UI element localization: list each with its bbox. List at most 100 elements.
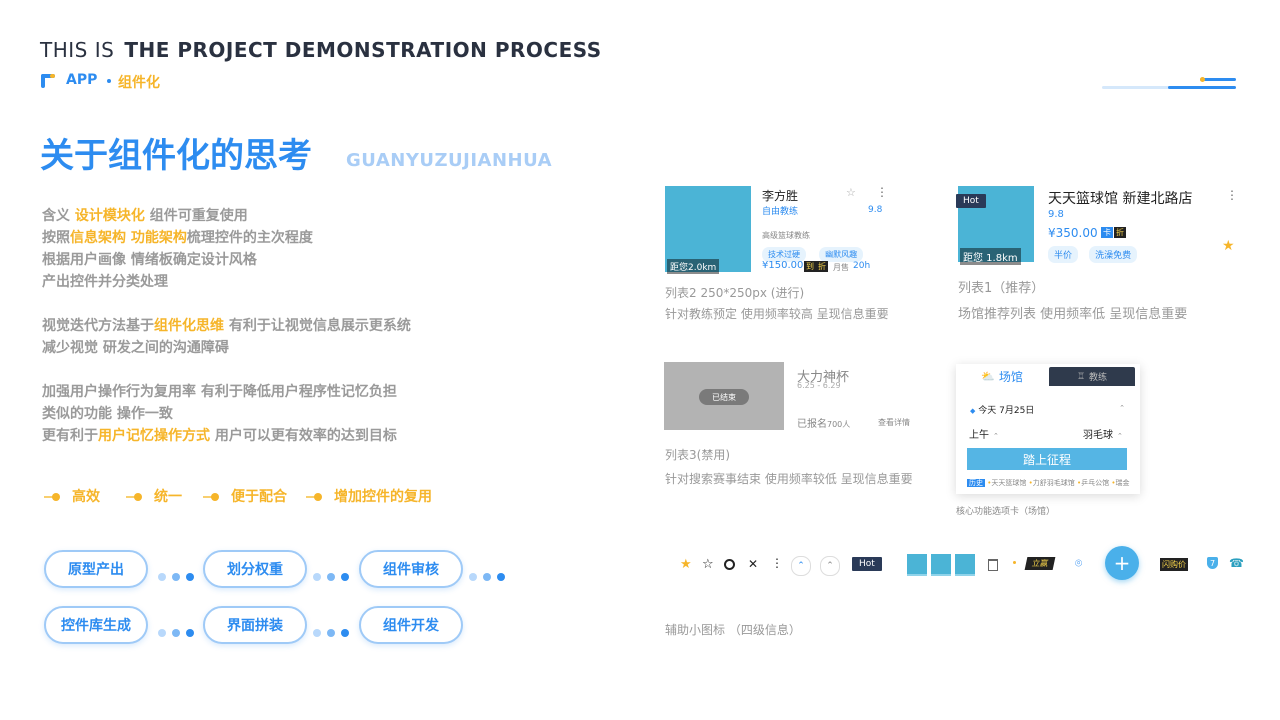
flash-price-badge: 闪购价 bbox=[1160, 558, 1188, 571]
coach-price: ¥150.00 bbox=[762, 260, 804, 271]
card2-caption-desc: 针对教练预定 使用频率较高 呈现信息重要 bbox=[665, 307, 889, 321]
search-icon[interactable] bbox=[724, 559, 735, 570]
square-block bbox=[955, 554, 975, 576]
coach-tags: 技术过硬 幽默风趣 bbox=[762, 242, 864, 262]
location-dot-icon: ◆ bbox=[970, 407, 976, 415]
venue-tags: 半价 洗澡免费 bbox=[1048, 243, 1138, 263]
star-filled-icon[interactable]: ★ bbox=[680, 557, 692, 572]
venue-name: 天天篮球馆 新建北路店 bbox=[1048, 191, 1193, 207]
card3-caption-title: 列表3(禁用) bbox=[665, 448, 730, 462]
paragraph-line: 类似的功能 操作一致 bbox=[42, 406, 173, 422]
hot-badge: Hot bbox=[956, 194, 986, 208]
brand-logo-icon bbox=[41, 74, 55, 88]
close-icon[interactable]: ✕ bbox=[748, 557, 758, 571]
deco-dot bbox=[1200, 77, 1205, 82]
chevron-up-icon[interactable]: ⌃ bbox=[820, 556, 840, 576]
page-title: 关于组件化的思考 bbox=[40, 136, 312, 176]
flash-sale-badge: 立赢 bbox=[1024, 557, 1056, 570]
more-vertical-icon[interactable]: ⋮ bbox=[1226, 188, 1238, 202]
card1-caption-title: 列表1（推荐） bbox=[958, 281, 1045, 296]
go-button[interactable]: 踏上征程 bbox=[967, 448, 1127, 470]
tag: 洗澡免费 bbox=[1089, 246, 1138, 263]
star-outline-icon[interactable]: ☆ bbox=[846, 186, 856, 199]
header-section-label: 组件化 bbox=[118, 75, 160, 91]
discount-badge: 折 bbox=[816, 261, 828, 272]
paragraph-line: 视觉迭代方法基于组件化思维 有利于让视觉信息展示更系统 bbox=[42, 318, 411, 334]
phone-icon[interactable]: ☎ bbox=[1229, 556, 1244, 570]
add-button[interactable]: + bbox=[1105, 546, 1139, 580]
sport-selector[interactable]: 羽毛球 ⌃ bbox=[1083, 426, 1123, 441]
coach-desc: 高级篮球教练 bbox=[762, 231, 810, 240]
process-step: 划分权重 bbox=[203, 550, 307, 588]
card1-caption-desc: 场馆推荐列表 使用频率低 呈现信息重要 bbox=[958, 307, 1188, 322]
location-pin-icon[interactable]: ⌾ bbox=[1075, 556, 1082, 571]
venue-tab-icon: ⛅ bbox=[981, 369, 995, 383]
benefit-item: 高效 bbox=[44, 486, 100, 506]
event-detail-link[interactable]: 查看详情 bbox=[878, 417, 910, 428]
recent-item[interactable]: 乒乓公馆 bbox=[1081, 479, 1109, 487]
recent-searches: 历史 •天天篮球馆 •力舒羽毛球馆 •乒乓公馆 •瑞金 bbox=[967, 479, 1130, 487]
date-selector[interactable]: ◆ 今天 7月25日 bbox=[970, 403, 1034, 416]
tab-venue[interactable]: ⛅ 场馆 bbox=[956, 364, 1048, 388]
paragraph-line: 更有利于用户记忆操作方式 用户可以更有效率的达到目标 bbox=[42, 428, 397, 444]
process-connector bbox=[469, 566, 513, 581]
paragraph-line: 按照信息架构 功能架构梳理控件的主次程度 bbox=[42, 230, 313, 246]
discount-badge: 折 bbox=[1114, 227, 1126, 238]
recent-item[interactable]: 力舒羽毛球馆 bbox=[1033, 479, 1075, 487]
time-selector[interactable]: 上午 ⌃ bbox=[969, 426, 999, 441]
header-project: THE PROJECT DEMONSTRATION PROCESS bbox=[124, 38, 602, 62]
header-app-label: APP bbox=[66, 72, 98, 88]
deco-line-top bbox=[1200, 78, 1236, 81]
pay-badge: 到 bbox=[804, 261, 816, 272]
paragraph-1: 含义 设计模块化 组件可重复使用 按照信息架构 功能架构梳理控件的主次程度 根据… bbox=[42, 205, 313, 293]
header-this-is: THIS IS bbox=[40, 38, 115, 62]
dot-icon bbox=[1013, 561, 1016, 564]
trash-icon[interactable] bbox=[988, 559, 998, 571]
process-step: 控件库生成 bbox=[44, 606, 148, 644]
more-vertical-icon[interactable]: ⋮ bbox=[771, 556, 783, 570]
tab-coach[interactable]: ♖ 教练 bbox=[1049, 367, 1135, 386]
header-title: THIS IS THE PROJECT DEMONSTRATION PROCESS bbox=[40, 38, 602, 62]
process-step: 界面拼装 bbox=[203, 606, 307, 644]
arrow-dot-icon bbox=[203, 493, 221, 501]
deco-line-blue bbox=[1168, 86, 1236, 89]
more-vertical-icon[interactable]: ⋮ bbox=[876, 185, 888, 199]
event-ended-badge: 已结束 bbox=[699, 389, 749, 405]
chevron-up-icon: ⌃ bbox=[993, 432, 999, 440]
shield-icon: 7 bbox=[1207, 557, 1218, 569]
tag: 幽默风趣 bbox=[819, 247, 864, 262]
paragraph-line: 加强用户操作行为复用率 有利于降低用户程序性记忆负担 bbox=[42, 384, 397, 400]
process-connector bbox=[313, 566, 357, 581]
card3-caption-desc: 针对搜索赛事结束 使用频率较低 呈现信息重要 bbox=[665, 472, 913, 486]
paragraph-3: 加强用户操作行为复用率 有利于降低用户程序性记忆负担 类似的功能 操作一致 更有… bbox=[42, 381, 397, 447]
tag: 半价 bbox=[1048, 246, 1079, 263]
process-step: 原型产出 bbox=[44, 550, 148, 588]
recent-label: 历史 bbox=[967, 479, 985, 487]
star-outline-icon[interactable]: ☆ bbox=[702, 557, 714, 572]
square-block bbox=[907, 554, 927, 576]
process-step: 组件审核 bbox=[359, 550, 463, 588]
recent-item[interactable]: 天天篮球馆 bbox=[991, 479, 1026, 487]
event-signup: 已报名700人 bbox=[797, 419, 851, 430]
star-filled-icon[interactable]: ★ bbox=[1222, 238, 1235, 254]
paragraph-line: 含义 设计模块化 组件可重复使用 bbox=[42, 208, 248, 224]
benefit-item: 统一 bbox=[126, 486, 182, 506]
square-block bbox=[931, 554, 951, 576]
deco-line-light bbox=[1102, 86, 1170, 89]
recent-item[interactable]: 瑞金 bbox=[1116, 479, 1130, 487]
venue-price: ¥350.00 bbox=[1048, 226, 1098, 240]
coach-name: 李方胜 bbox=[762, 189, 799, 203]
process-connector bbox=[158, 622, 202, 637]
monthly-sales-value: 20h bbox=[853, 261, 871, 271]
coach-rating: 9.8 bbox=[868, 205, 883, 215]
venue-rating: 9.8 bbox=[1048, 209, 1064, 220]
paragraph-line: 根据用户画像 情绪板确定设计风格 bbox=[42, 252, 257, 268]
monthly-sales-label: 月售 bbox=[833, 263, 849, 272]
arrow-dot-icon bbox=[126, 493, 144, 501]
chevron-up-icon[interactable]: ⌃ bbox=[791, 556, 811, 576]
chevron-up-icon[interactable]: ⌃ bbox=[1117, 403, 1127, 413]
icons-caption: 辅助小图标 （四级信息） bbox=[665, 623, 801, 637]
event-dates: 6.25 - 6.29 bbox=[797, 381, 841, 390]
paragraph-line: 产出控件并分类处理 bbox=[42, 274, 168, 290]
chevron-up-icon: ⌃ bbox=[1117, 432, 1123, 440]
